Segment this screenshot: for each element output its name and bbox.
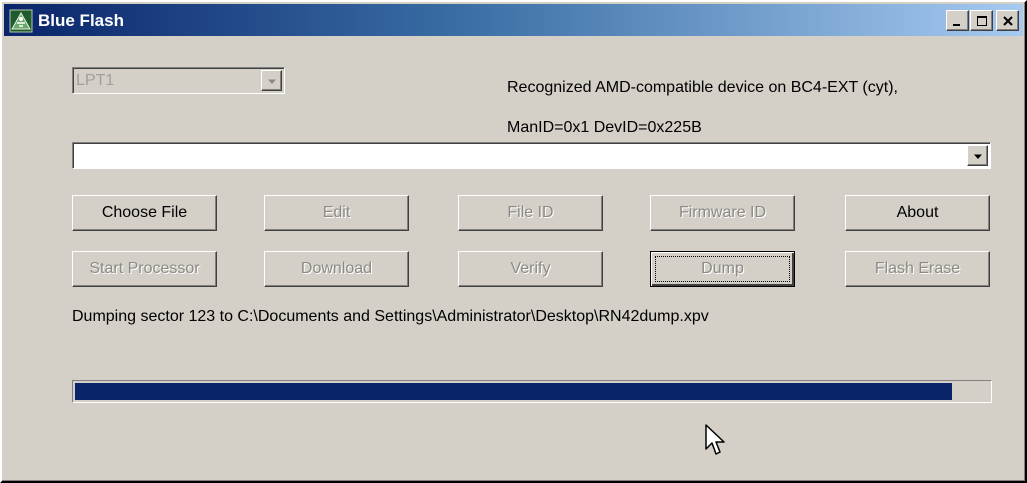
- mouse-pointer-icon: [705, 424, 727, 463]
- download-button[interactable]: Download: [264, 251, 409, 287]
- app-window: Blue Flash LPT1 Recognized AMD-compatibl…: [0, 0, 1027, 483]
- file-id-button[interactable]: File ID: [458, 195, 603, 231]
- file-dropdown-button[interactable]: [967, 145, 988, 166]
- verify-button[interactable]: Verify: [458, 251, 603, 287]
- title-bar[interactable]: Blue Flash: [4, 4, 1023, 36]
- dump-button[interactable]: Dump: [650, 251, 795, 287]
- status-message: Dumping sector 123 to C:\Documents and S…: [72, 308, 709, 325]
- close-icon: [1002, 15, 1014, 27]
- close-button[interactable]: [996, 10, 1019, 31]
- window-title: Blue Flash: [38, 11, 124, 30]
- firmware-id-button[interactable]: Firmware ID: [650, 195, 795, 231]
- port-dropdown-button[interactable]: [261, 70, 282, 91]
- device-info-line1: Recognized AMD-compatible device on BC4-…: [507, 79, 898, 96]
- chevron-down-icon: [267, 72, 277, 90]
- port-select-value: LPT1: [76, 72, 115, 89]
- choose-file-button[interactable]: Choose File: [72, 195, 217, 231]
- maximize-icon: [976, 15, 988, 27]
- progress-fill: [75, 383, 952, 400]
- port-select[interactable]: LPT1: [72, 67, 285, 94]
- start-processor-button[interactable]: Start Processor: [72, 251, 217, 287]
- minimize-button[interactable]: [946, 10, 969, 31]
- edit-button[interactable]: Edit: [264, 195, 409, 231]
- progress-bar: [72, 380, 992, 403]
- device-info-line2: ManID=0x1 DevID=0x225B: [507, 119, 702, 136]
- chevron-down-icon: [973, 147, 983, 165]
- flash-erase-button[interactable]: Flash Erase: [845, 251, 990, 287]
- app-chip-icon: [9, 9, 33, 33]
- about-button[interactable]: About: [845, 195, 990, 231]
- file-select[interactable]: [72, 142, 991, 169]
- maximize-button[interactable]: [970, 10, 993, 31]
- minimize-icon: [952, 15, 964, 27]
